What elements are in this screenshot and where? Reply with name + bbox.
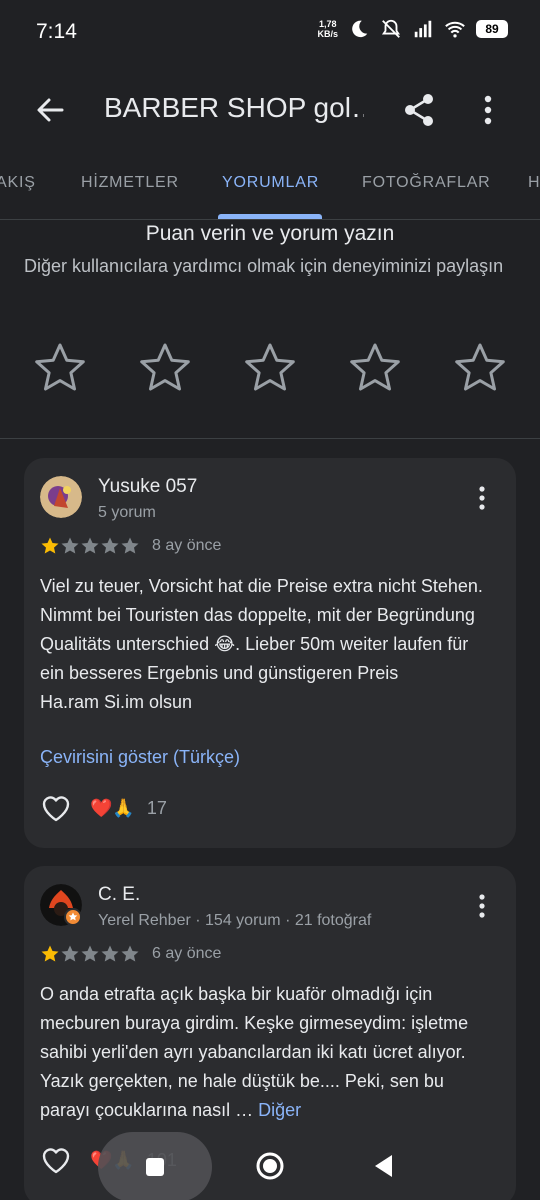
status-bar: 7:14 1,78 KB/s 89 — [0, 0, 540, 64]
share-icon[interactable] — [398, 88, 442, 132]
review-author[interactable]: C. E. — [98, 884, 140, 906]
app-bar: BARBER SHOP gol… — [0, 64, 540, 156]
star-empty-icon — [81, 945, 99, 962]
star-filled-icon — [41, 945, 59, 962]
star-empty-icon — [61, 537, 79, 554]
tab-indicator — [218, 214, 322, 219]
review-author[interactable]: Yusuke 057 — [98, 476, 197, 498]
star-empty-icon — [121, 537, 139, 554]
tab-hizmetler[interactable]: HİZMETLER — [81, 174, 179, 192]
wifi-icon — [445, 21, 465, 38]
star-empty-icon — [121, 945, 139, 962]
rate-subtitle: Diğer kullanıcılara yardımcı olmak için … — [24, 256, 504, 276]
review-rating: 6 ay önce — [40, 944, 221, 964]
reaction-row: ❤️🙏 17 — [40, 792, 167, 824]
rate-title: Puan verin ve yorum yazın — [145, 222, 395, 245]
review-meta: 5 yorum — [98, 504, 156, 521]
status-icons: 1,78 KB/s 89 — [317, 18, 508, 40]
tab-next[interactable]: H — [528, 174, 540, 192]
more-link[interactable]: Diğer — [258, 1100, 301, 1120]
system-nav-bar — [0, 1130, 540, 1200]
tab-bar: AKIŞ HİZMETLER YORUMLAR FOTOĞRAFLAR H — [0, 156, 540, 220]
home-icon[interactable] — [254, 1150, 286, 1182]
rate-star-3-icon[interactable] — [242, 340, 298, 396]
rate-star-4-icon[interactable] — [347, 340, 403, 396]
star-empty-icon — [101, 537, 119, 554]
star-empty-icon — [81, 537, 99, 554]
bell-off-icon — [381, 19, 401, 38]
heart-outline-icon[interactable] — [40, 792, 72, 824]
star-empty-icon — [101, 945, 119, 962]
nav-back-icon[interactable] — [370, 1152, 398, 1180]
review-time: 8 ay önce — [152, 537, 222, 554]
rate-star-5-icon[interactable] — [452, 340, 508, 396]
reaction-count: 17 — [146, 797, 167, 818]
local-guide-badge-icon — [64, 908, 82, 926]
review-text: O anda etrafta açık başka bir kuaför olm… — [40, 980, 490, 1125]
net-speed: 1,78 KB/s — [317, 19, 338, 39]
recents-button[interactable] — [98, 1132, 212, 1200]
more-vert-icon[interactable] — [468, 484, 496, 512]
reaction-emojis: ❤️🙏 — [90, 797, 135, 818]
star-filled-icon — [41, 537, 59, 554]
signal-icon — [414, 20, 432, 38]
more-vert-icon[interactable] — [466, 88, 510, 132]
tab-fotograflar[interactable]: FOTOĞRAFLAR — [362, 174, 491, 192]
recents-icon — [146, 1158, 164, 1176]
more-vert-icon[interactable] — [468, 892, 496, 920]
reaction-summary[interactable]: ❤️🙏 17 — [90, 798, 167, 819]
rate-star-1-icon[interactable] — [32, 340, 88, 396]
rate-star-2-icon[interactable] — [137, 340, 193, 396]
review-meta: Yerel Rehber · 154 yorum · 21 fotoğraf — [98, 912, 372, 929]
star-empty-icon — [61, 945, 79, 962]
review-time: 6 ay önce — [152, 945, 222, 962]
status-time: 7:14 — [36, 20, 77, 43]
moon-icon — [352, 20, 368, 38]
review-card: Yusuke 057 5 yorum 8 ay önce Viel zu teu… — [24, 458, 516, 848]
section-divider — [0, 438, 540, 439]
page-title: BARBER SHOP gol… — [104, 92, 364, 123]
review-text: Viel zu teuer, Vorsicht hat die Preise e… — [40, 576, 483, 712]
review-text-content: O anda etrafta açık başka bir kuaför olm… — [40, 984, 469, 1120]
tab-yorumlar[interactable]: YORUMLAR — [222, 174, 319, 192]
rating-input — [0, 340, 540, 396]
avatar[interactable] — [40, 476, 82, 518]
arrow-back-icon[interactable] — [28, 88, 72, 132]
review-rating: 8 ay önce — [40, 536, 221, 556]
battery-indicator: 89 — [476, 20, 508, 38]
tab-akis[interactable]: AKIŞ — [0, 174, 36, 192]
translate-link[interactable]: Çevirisini göster (Türkçe) — [40, 747, 240, 768]
